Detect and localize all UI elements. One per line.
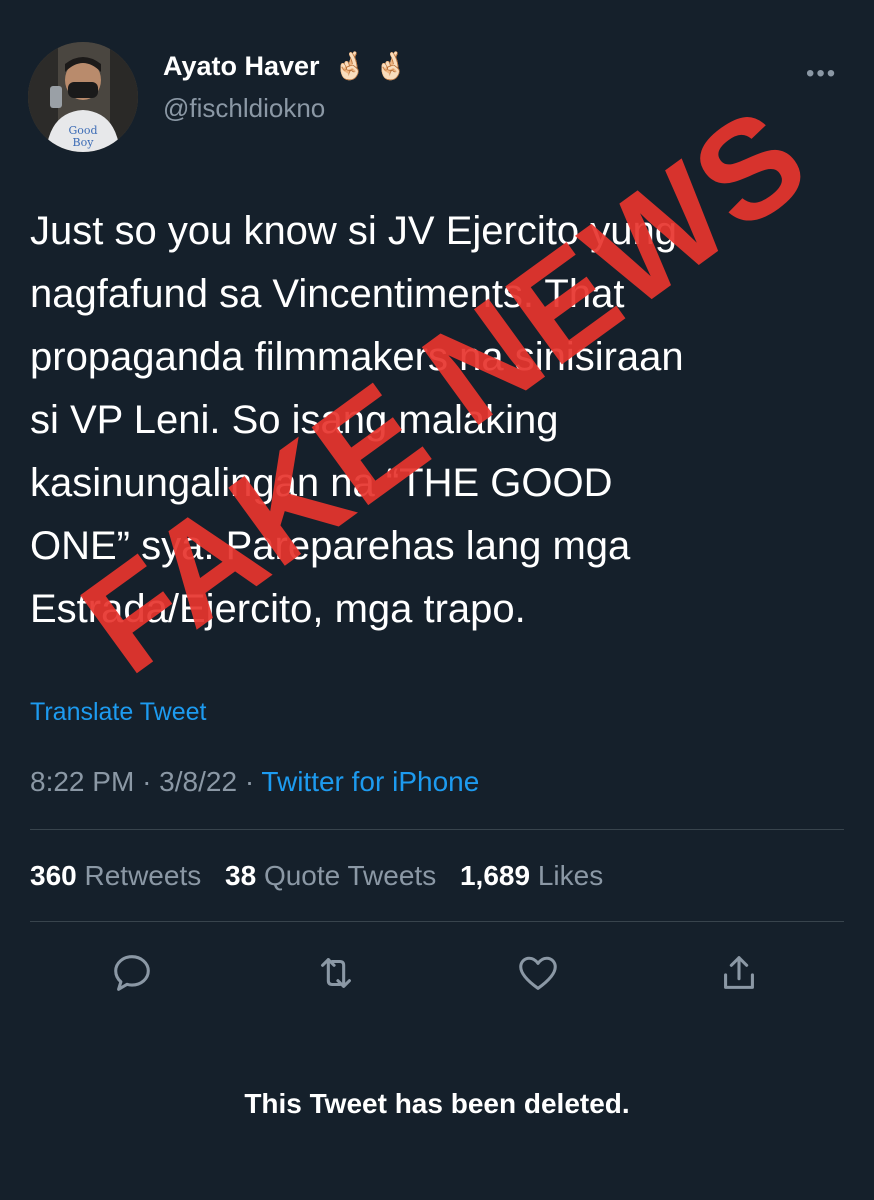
quote-tweets-stat[interactable]: 38 Quote Tweets — [225, 860, 436, 891]
like-icon[interactable] — [515, 950, 561, 996]
tweet-meta: 8:22 PM · 3/8/22 · Twitter for iPhone — [30, 766, 479, 798]
meta-separator: · — [244, 766, 255, 797]
avatar-photo: Good Boy — [28, 42, 138, 152]
retweet-icon[interactable] — [313, 950, 359, 996]
svg-text:Boy: Boy — [73, 136, 95, 149]
meta-separator: · — [142, 766, 152, 797]
likes-count: 1,689 — [459, 860, 531, 891]
retweets-label: Retweets — [84, 860, 202, 891]
crossed-fingers-emoji: 🤞🏻 🤞🏻 — [333, 51, 408, 81]
author-name[interactable]: Ayato Haver 🤞🏻 🤞🏻 — [163, 50, 408, 82]
more-options-icon[interactable]: ••• — [806, 60, 837, 88]
likes-stat[interactable]: 1,689 Likes — [460, 860, 603, 891]
retweets-stat[interactable]: 360 Retweets — [30, 860, 201, 891]
divider — [30, 829, 844, 830]
tweet-date[interactable]: 3/8/22 — [159, 766, 237, 797]
reply-icon[interactable] — [109, 950, 155, 996]
quote-tweets-count: 38 — [225, 860, 257, 891]
tweet-source-link[interactable]: Twitter for iPhone — [261, 766, 479, 797]
quote-tweets-label: Quote Tweets — [263, 860, 437, 891]
share-icon[interactable] — [716, 950, 762, 996]
retweets-count: 360 — [30, 860, 77, 891]
likes-label: Likes — [537, 860, 604, 891]
divider — [30, 921, 844, 922]
engagement-stats: 360 Retweets 38 Quote Tweets 1,689 Likes — [30, 860, 603, 892]
translate-tweet-link[interactable]: Translate Tweet — [30, 698, 206, 727]
author-handle[interactable]: @fischldiokno — [163, 93, 325, 124]
author-name-text: Ayato Haver — [163, 51, 320, 81]
avatar[interactable]: Good Boy — [28, 42, 138, 152]
deleted-notice: This Tweet has been deleted. — [244, 1088, 630, 1119]
tweet-time[interactable]: 8:22 PM — [30, 766, 134, 797]
